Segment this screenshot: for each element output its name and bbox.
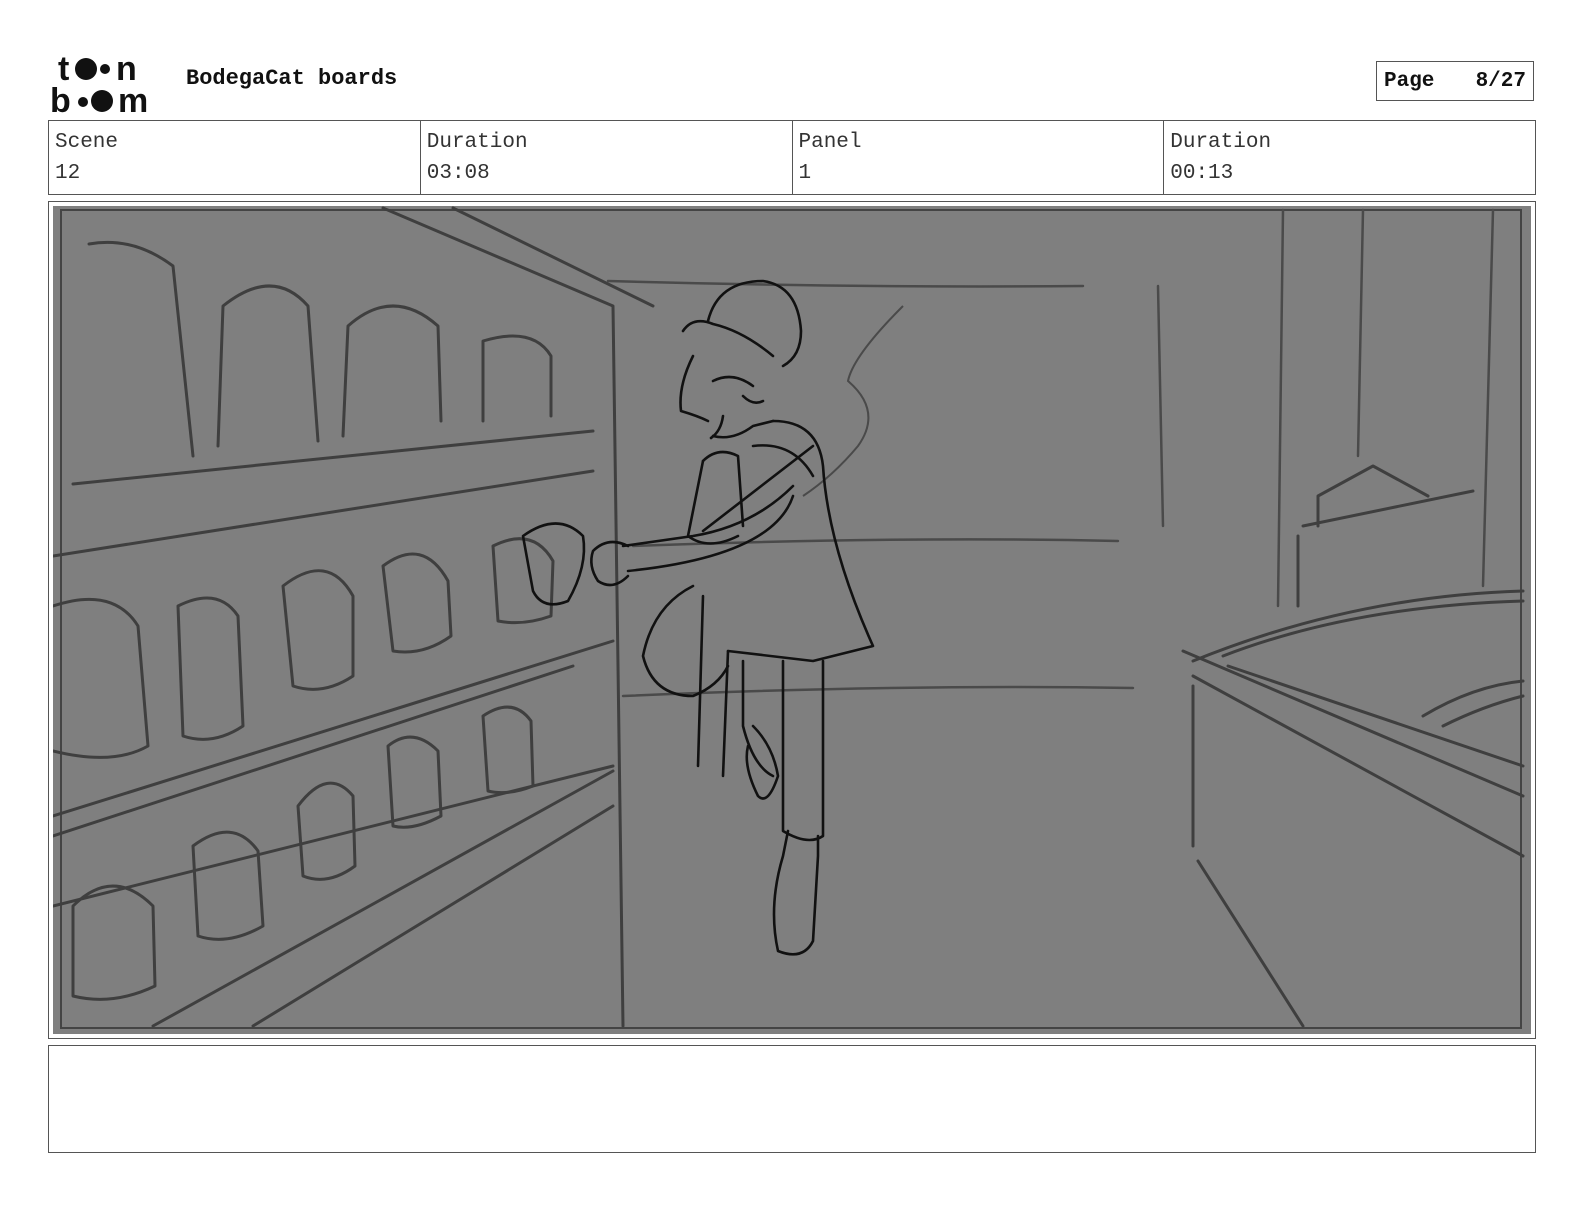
document-title: BodegaCat boards <box>186 66 398 91</box>
panel-label: Panel <box>798 131 862 154</box>
storyboard-sketch <box>53 206 1531 1034</box>
panel-duration-value: 00:13 <box>1170 162 1234 185</box>
storyboard-panel-frame <box>48 201 1536 1039</box>
scene-label: Scene <box>55 131 119 154</box>
panel-notes-box <box>48 1045 1536 1153</box>
scene-duration-label: Duration <box>426 131 528 154</box>
page-number: 8/27 <box>1475 69 1526 93</box>
page-indicator: Page 8/27 <box>1376 61 1534 101</box>
scene-info-table: Scene 12 Duration 03:08 Panel 1 Duration… <box>48 120 1536 195</box>
panel-duration-label: Duration <box>1170 131 1272 154</box>
svg-text:m: m <box>118 82 148 114</box>
scene-cell: Scene 12 <box>49 121 421 194</box>
panel-cell: Panel 1 <box>793 121 1165 194</box>
panel-value: 1 <box>798 162 812 185</box>
panel-duration-cell: Duration 00:13 <box>1164 121 1535 194</box>
scene-duration-cell: Duration 03:08 <box>421 121 793 194</box>
scene-duration-value: 03:08 <box>426 162 490 185</box>
page-label: Page <box>1384 69 1435 93</box>
svg-text:b: b <box>50 82 71 114</box>
scene-value: 12 <box>55 162 81 185</box>
toon-boom-logo: t n b m <box>50 50 148 114</box>
